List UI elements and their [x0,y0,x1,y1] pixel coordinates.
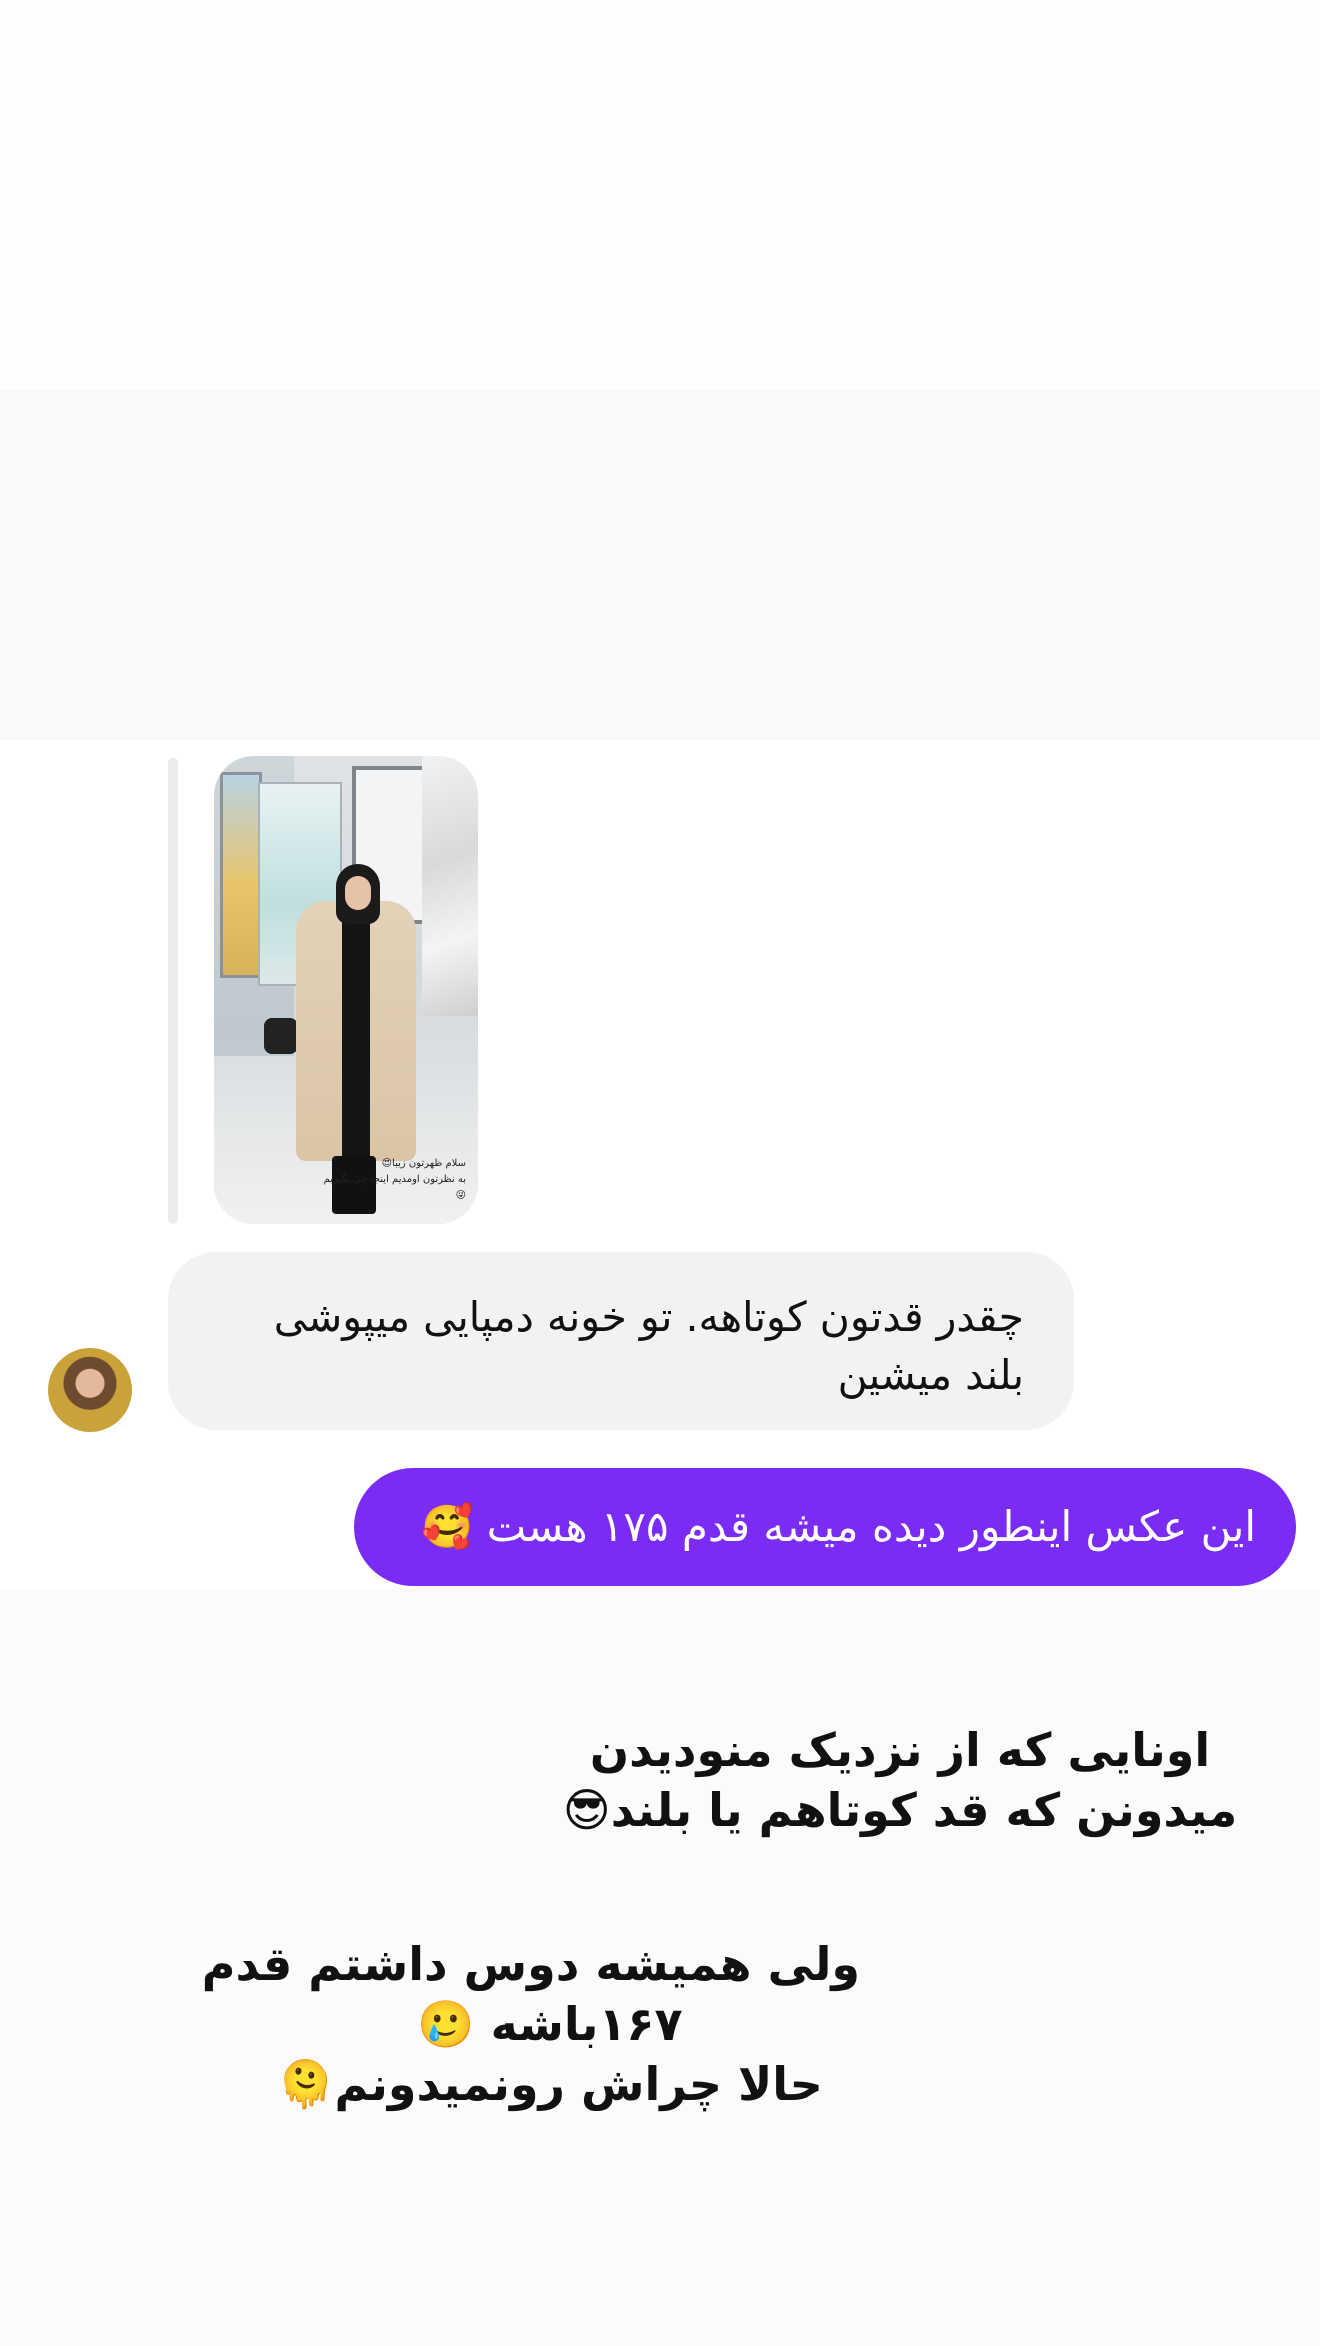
reply-quote-bar [168,758,178,1224]
photo-caption: سلام ظهرتون زیبا😍 به نظرتون اومدیم اینجا… [316,1156,466,1204]
story-text-2-line-1: ولی همیشه دوس داشتم قدم [201,1937,860,1991]
incoming-message-bubble[interactable]: چقدر قدتون کوتاهه. تو خونه دمپایی میپوشی… [168,1252,1074,1430]
story-overlay-text-2: ولی همیشه دوس داشتم قدم ۱۶۷باشه 🥲 حالا چ… [201,1934,860,2114]
story-text-2-line-3: حالا چراش رونمیدونم🫠 [277,2057,823,2111]
photo-marble-wall [422,756,478,1016]
photo-caption-line-1: سلام ظهرتون زیبا😍 [381,1158,466,1169]
replied-story-photo[interactable]: سلام ظهرتون زیبا😍 به نظرتون اومدیم اینجا… [214,756,478,1224]
story-text-1-line-2: میدونن که قد کوتاهم یا بلند😎 [562,1783,1238,1837]
chat-screenshot-area [0,740,1320,1590]
photo-inner-clothes [342,916,370,1161]
outgoing-message-bubble[interactable]: این عکس اینطور دیده میشه قدم ۱۷۵ هست 🥰 [354,1468,1296,1586]
photo-handbag [264,1018,298,1054]
photo-face [345,876,371,910]
story-background-band [0,390,1320,740]
photo-caption-line-2: به نظرتون اومدیم اینجا چی بگیریم😜 [323,1174,466,1201]
sender-avatar[interactable] [48,1348,132,1432]
story-background-top [0,0,1320,390]
story-overlay-text-1: اونایی که از نزدیک منودیدن میدونن که قد … [500,1720,1300,1840]
story-text-1-line-1: اونایی که از نزدیک منودیدن [589,1723,1211,1777]
photo-window [220,772,262,978]
story-text-2-line-2: ۱۶۷باشه 🥲 [417,1997,683,2051]
outgoing-message-text: این عکس اینطور دیده میشه قدم ۱۷۵ هست 🥰 [421,1502,1256,1551]
incoming-message-text: چقدر قدتون کوتاهه. تو خونه دمپایی میپوشی… [273,1293,1024,1399]
